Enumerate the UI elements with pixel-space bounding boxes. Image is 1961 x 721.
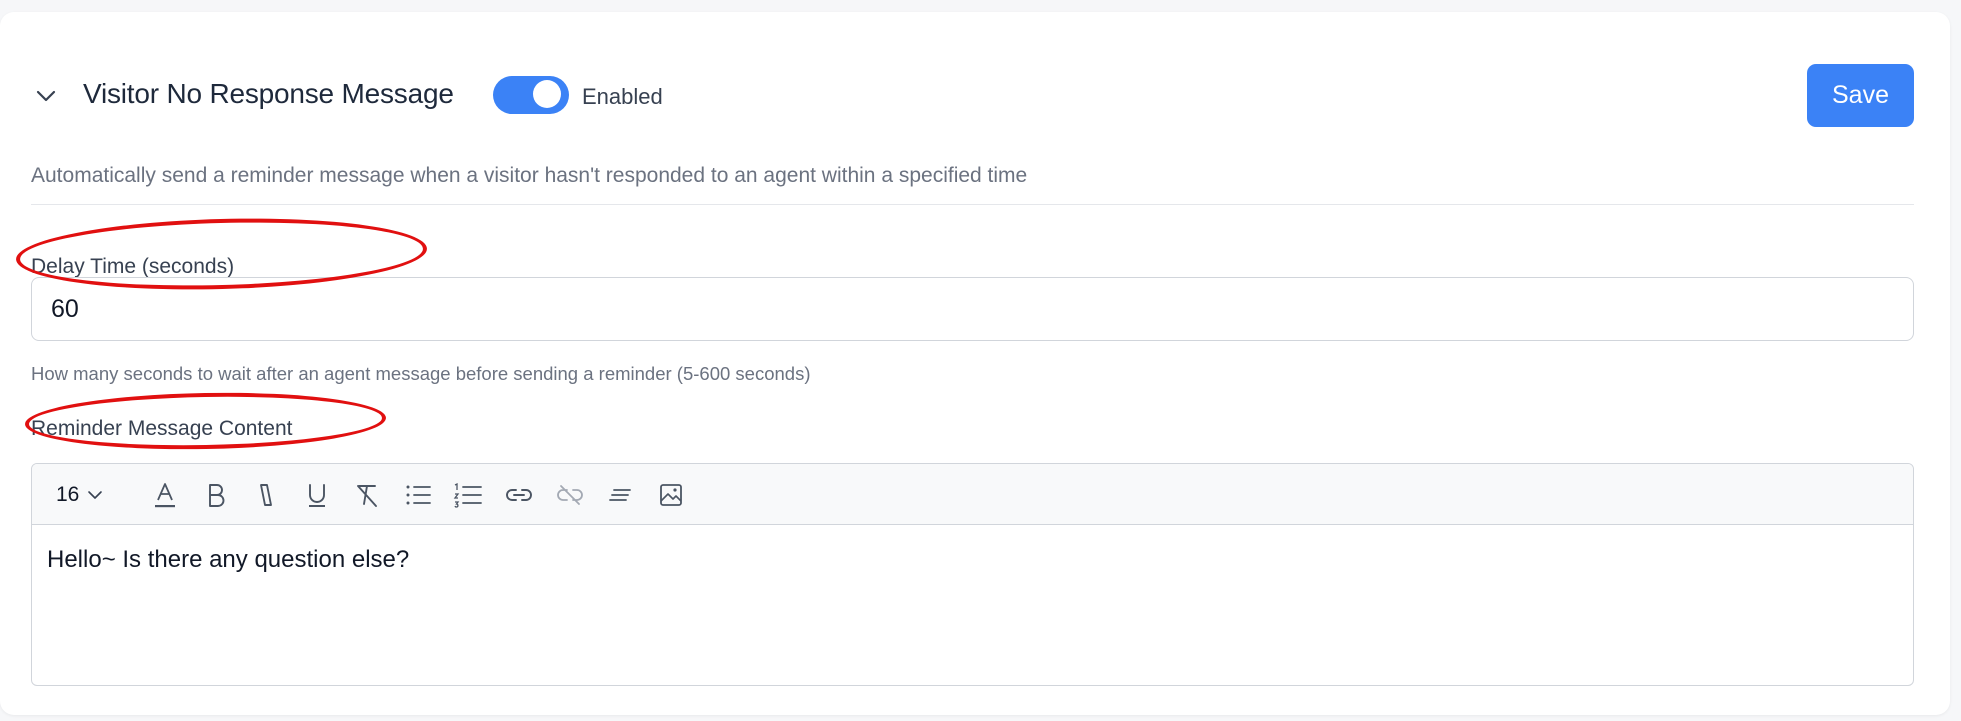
- numbered-list-icon[interactable]: [451, 478, 485, 512]
- clear-format-icon[interactable]: [350, 478, 384, 512]
- delay-time-help: How many seconds to wait after an agent …: [31, 363, 811, 384]
- toggle-knob: [533, 80, 561, 108]
- reminder-content-label: Reminder Message Content: [31, 417, 293, 440]
- bullet-list-icon[interactable]: [401, 478, 435, 512]
- underline-icon[interactable]: [300, 478, 334, 512]
- editor-content[interactable]: Hello~ Is there any question else?: [47, 546, 409, 574]
- settings-card: Visitor No Response Message Enabled Save…: [0, 12, 1950, 715]
- section-description: Automatically send a reminder message wh…: [31, 164, 1028, 187]
- align-icon[interactable]: [603, 478, 637, 512]
- delay-time-input[interactable]: [31, 277, 1914, 341]
- section-title: Visitor No Response Message: [83, 78, 454, 109]
- divider: [31, 204, 1914, 205]
- rich-text-editor: 16 Hello~ Is there any question else?: [31, 463, 1914, 686]
- section-header: Visitor No Response Message Enabled Save: [0, 12, 1950, 172]
- font-size-value: 16: [56, 483, 80, 506]
- image-icon[interactable]: [654, 478, 688, 512]
- italic-icon[interactable]: [249, 478, 283, 512]
- link-icon[interactable]: [502, 478, 536, 512]
- enabled-toggle[interactable]: [493, 76, 569, 114]
- toggle-label: Enabled: [582, 84, 663, 109]
- unlink-icon[interactable]: [553, 478, 587, 512]
- editor-toolbar: 16: [32, 464, 1913, 525]
- chevron-down-icon: [88, 491, 103, 499]
- save-button[interactable]: Save: [1807, 64, 1914, 127]
- font-color-icon[interactable]: [148, 478, 182, 512]
- font-size-select[interactable]: 16: [56, 478, 103, 512]
- delay-time-label: Delay Time (seconds): [31, 255, 235, 278]
- collapse-chevron-icon[interactable]: [32, 82, 60, 110]
- bold-icon[interactable]: [199, 478, 233, 512]
